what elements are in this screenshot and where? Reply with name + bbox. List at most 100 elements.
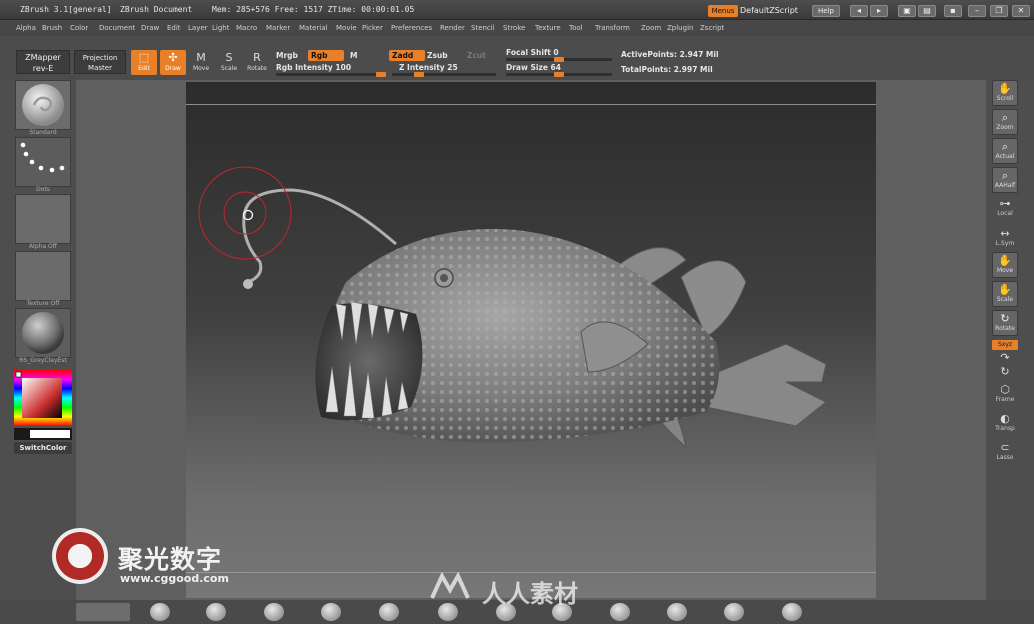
- projection-master-button[interactable]: Projection Master: [74, 50, 126, 74]
- menu-zoom[interactable]: Zoom: [641, 24, 661, 32]
- minimize-icon[interactable]: –: [968, 5, 986, 17]
- rgb-intensity-slider[interactable]: [276, 72, 386, 77]
- bottom-slot-1[interactable]: [76, 603, 130, 621]
- menu-stencil[interactable]: Stencil: [471, 24, 495, 32]
- menu-edit[interactable]: Edit: [167, 24, 181, 32]
- m-toggle[interactable]: M: [350, 51, 357, 60]
- bottom-slot-4[interactable]: [264, 603, 284, 621]
- bottom-slot-13[interactable]: [782, 603, 802, 621]
- menu-picker[interactable]: Picker: [362, 24, 383, 32]
- menu-color[interactable]: Color: [70, 24, 88, 32]
- texture-slot[interactable]: [15, 251, 71, 301]
- focal-shift-knob[interactable]: [554, 57, 564, 62]
- menu-texture[interactable]: Texture: [535, 24, 561, 32]
- menu-material[interactable]: Material: [299, 24, 327, 32]
- mrgb-toggle[interactable]: Mrgb: [276, 51, 298, 60]
- rotate-view-button[interactable]: ↻ Rotate: [992, 310, 1018, 336]
- menu-brush[interactable]: Brush: [42, 24, 62, 32]
- menu-stroke[interactable]: Stroke: [503, 24, 525, 32]
- zsub-toggle[interactable]: Zsub: [427, 51, 448, 60]
- rotate-view-label: Rotate: [995, 325, 1015, 332]
- menu-preferences[interactable]: Preferences: [391, 24, 432, 32]
- stroke-slot[interactable]: [15, 137, 71, 187]
- scale-view-button[interactable]: ✋ Scale: [992, 281, 1018, 307]
- alpha-slot[interactable]: [15, 194, 71, 244]
- color-picker[interactable]: [14, 370, 72, 426]
- frame-button[interactable]: ⬡ Frame: [992, 383, 1018, 404]
- actual-button[interactable]: ⌕ Actual: [992, 138, 1018, 164]
- scale-button[interactable]: S Scale: [216, 50, 242, 75]
- restore-icon[interactable]: ❐: [990, 5, 1008, 17]
- aahalf-button[interactable]: ⌕ AAHalf: [992, 167, 1018, 193]
- secondary-color-swatch[interactable]: [30, 430, 70, 438]
- material-label: RS_GreyClayEst: [19, 357, 67, 364]
- z-rotate-button[interactable]: ↻: [992, 366, 1018, 378]
- window-prev-icon[interactable]: ◂: [850, 5, 868, 17]
- lock-icon[interactable]: ▪: [944, 5, 962, 17]
- bottom-slot-2[interactable]: [150, 603, 170, 621]
- y-rotate-button[interactable]: ↷: [992, 352, 1018, 364]
- zoom-icon: ⌕: [1001, 111, 1009, 124]
- menus-button[interactable]: Menus: [708, 5, 738, 17]
- rgb-intensity-knob[interactable]: [376, 72, 386, 77]
- menu-transform[interactable]: Transform: [595, 24, 630, 32]
- bottom-slot-11[interactable]: [667, 603, 687, 621]
- menu-light[interactable]: Light: [212, 24, 229, 32]
- transp-button[interactable]: ◐ Transp: [992, 413, 1018, 433]
- draw-button[interactable]: ✣ Draw: [160, 50, 186, 75]
- focal-shift-slider[interactable]: [506, 57, 612, 62]
- bottom-slot-5[interactable]: [321, 603, 341, 621]
- local-button[interactable]: ⊶ Local: [992, 198, 1018, 218]
- menu-layer[interactable]: Layer: [188, 24, 208, 32]
- help-button[interactable]: Help: [812, 5, 840, 17]
- draw-size-slider[interactable]: [506, 72, 612, 77]
- frame-cube-icon: ⬡: [1000, 383, 1010, 396]
- lasso-button[interactable]: ⊂ Lasso: [992, 442, 1018, 462]
- z-intensity-slider[interactable]: [392, 72, 496, 77]
- bottom-slot-3[interactable]: [206, 603, 226, 621]
- edit-button[interactable]: ⬚ Edit: [131, 50, 157, 75]
- menu-tool[interactable]: Tool: [569, 24, 583, 32]
- menu-alpha[interactable]: Alpha: [16, 24, 36, 32]
- lsym-icon: ↔: [1000, 227, 1010, 240]
- frame-label: Frame: [995, 396, 1015, 403]
- menu-movie[interactable]: Movie: [336, 24, 357, 32]
- menu-zscript[interactable]: Zscript: [700, 24, 724, 32]
- window-next-icon[interactable]: ▸: [870, 5, 888, 17]
- lsym-button[interactable]: ↔ L.Sym: [992, 227, 1018, 248]
- menu-document[interactable]: Document: [99, 24, 135, 32]
- bottom-slot-12[interactable]: [724, 603, 744, 621]
- bottom-slot-7[interactable]: [438, 603, 458, 621]
- window-tile-icon[interactable]: ▤: [918, 5, 936, 17]
- close-icon[interactable]: ✕: [1012, 5, 1030, 17]
- rgb-toggle[interactable]: Rgb: [308, 50, 344, 61]
- menu-draw[interactable]: Draw: [141, 24, 159, 32]
- sxyz-toggle[interactable]: Sxyz: [992, 340, 1018, 350]
- menu-macro[interactable]: Macro: [236, 24, 257, 32]
- zmapper-button[interactable]: ZMapper rev-E: [16, 50, 70, 74]
- bottom-slot-6[interactable]: [379, 603, 399, 621]
- menu-marker[interactable]: Marker: [266, 24, 290, 32]
- projection-label: Projection: [82, 54, 118, 62]
- switch-color-button[interactable]: SwitchColor: [14, 442, 72, 454]
- menu-zplugin[interactable]: Zplugin: [667, 24, 693, 32]
- draw-size-knob[interactable]: [554, 72, 564, 77]
- focal-shift-label: Focal Shift 0: [506, 48, 559, 57]
- z-intensity-knob[interactable]: [414, 72, 424, 77]
- brush-slot[interactable]: [15, 80, 71, 130]
- scroll-button[interactable]: ✋ Scroll: [992, 80, 1018, 106]
- z-intensity-label: Z Intensity 25: [399, 63, 458, 72]
- zadd-toggle[interactable]: Zadd: [389, 50, 425, 61]
- default-zscript-button[interactable]: DefaultZScript: [740, 5, 802, 17]
- move-button[interactable]: M Move: [188, 50, 214, 75]
- zcut-toggle[interactable]: Zcut: [467, 51, 486, 60]
- window-layout-icon[interactable]: ▣: [898, 5, 916, 17]
- menu-render[interactable]: Render: [440, 24, 465, 32]
- zoom-button[interactable]: ⌕ Zoom: [992, 109, 1018, 135]
- canvas[interactable]: [186, 82, 876, 598]
- move-view-button[interactable]: ✋ Move: [992, 252, 1018, 278]
- actual-icon: ⌕: [1001, 140, 1009, 153]
- bottom-slot-10[interactable]: [610, 603, 630, 621]
- material-slot[interactable]: [15, 308, 71, 358]
- rotate-button[interactable]: R Rotate: [244, 50, 270, 75]
